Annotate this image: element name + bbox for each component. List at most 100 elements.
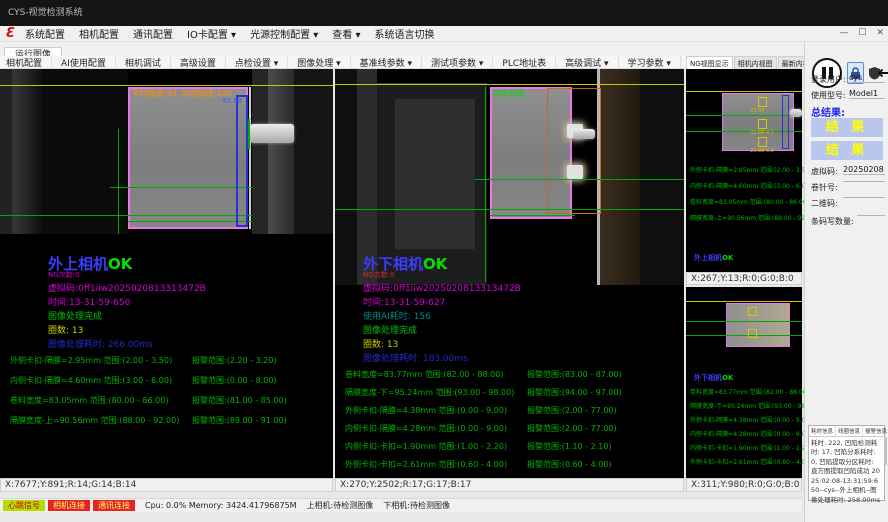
measurement-row: 外侧卡扣-卡扣=2.61mm 范围:(0.60 - 4.00) 报警范围:(0.… xyxy=(335,459,684,471)
tab-alarm-info[interactable]: 报警信息 xyxy=(863,426,888,436)
loop-count-line: 圈数: 13 xyxy=(48,323,83,336)
film-region xyxy=(128,87,248,229)
close-button[interactable]: ✕ xyxy=(876,28,884,38)
feature-box-yellow xyxy=(758,137,767,147)
cpu-memory-status: Cpu: 0.0% Memory: 3424.41796875M xyxy=(145,501,297,510)
menu-item-system-config[interactable]: 系统配置 xyxy=(25,26,65,41)
virtual-code-line: 虚拟码:0ff1iiw2025020813313472B xyxy=(48,281,206,294)
detect-roi-blue xyxy=(782,95,789,149)
result-box-upper: 结 果 xyxy=(811,118,883,137)
toolbar-plc-address[interactable]: PLC地址表 xyxy=(502,56,556,69)
result-ok-text: OK xyxy=(722,254,733,262)
stats-scrollbar[interactable] xyxy=(884,437,887,465)
log-line: 内侧卡扣-卡扣=1.90mm 范围:(1.00 - 2.20) xyxy=(690,443,812,452)
time-line: 时间:13-31-59-650 xyxy=(48,295,130,308)
roi-value-label: 93.88 xyxy=(222,97,242,105)
machine-band xyxy=(335,69,357,285)
measurement-value: 隔膜宽度-下=95.24mm 范围:(93.00 - 98.00) xyxy=(345,387,514,398)
thumb-result-title: 外上相机OK xyxy=(694,253,733,263)
measure-line-green xyxy=(0,215,252,216)
measurement-alarm: 报警范围:(83.00 - 87.00) xyxy=(527,369,622,380)
tab-connector xyxy=(790,109,802,117)
measure-line-green xyxy=(128,221,252,222)
user-value-field[interactable]: cys xyxy=(849,73,885,83)
stats-log-text: 耗时: 222, 凹陷检测耗时: 17, 凹陷分系耗时: 0, 凹陷提取分区耗时… xyxy=(809,437,884,507)
virtual-code-field[interactable]: 20250208 xyxy=(843,165,885,175)
needle-label: 卷针号: xyxy=(811,182,838,193)
log-line: 内侧卡扣-隔膜=4.60mm 范围:(3.00 - 6.00) xyxy=(690,181,812,190)
machine-band xyxy=(294,69,333,234)
reference-line-yellow xyxy=(335,84,684,85)
qr-label: 二维码: xyxy=(811,198,838,209)
toolbar-test-params[interactable]: 测试项参数 ▾ xyxy=(431,56,493,69)
toolbar-baseline-params[interactable]: 基准线参数 ▾ xyxy=(360,56,422,69)
model-label: 使用型号: xyxy=(811,90,846,101)
needle-field[interactable] xyxy=(843,181,885,182)
threshold-overlay-text: 平均阈值:93, 动态阈值:100 xyxy=(132,88,232,99)
toolbar-image-processing[interactable]: 图像处理 ▾ xyxy=(297,56,350,69)
write-count-field[interactable] xyxy=(857,215,885,216)
window-titlebar[interactable]: CYS-视觉检测系统 xyxy=(0,0,888,26)
measurement-alarm: 报警范围:(81.00 - 85.00) xyxy=(192,395,287,406)
tab-elapsed-info[interactable]: 耗时信息 xyxy=(809,426,836,436)
process-done-line: 图像处理完成 xyxy=(48,309,102,322)
tab-ng-view[interactable]: NG视图显示 xyxy=(686,56,733,69)
minimize-button[interactable]: — xyxy=(839,28,848,38)
measurement-alarm: 报警范围:(0.00 - 8.00) xyxy=(192,375,277,386)
lower-camera-status: 下相机:待检测图像 xyxy=(383,500,450,511)
lower-camera-view[interactable]: AI检测框 外下相机OK NG次数:0 虚拟码:0ff1iiw202502081… xyxy=(335,69,684,478)
measurement-alarm: 报警范围:(2.00 - 77.00) xyxy=(527,405,617,416)
measurement-value: 内侧卡扣-隔膜=4.60mm 范围:(3.00 - 6.00) xyxy=(10,375,172,386)
toolbar-camera-config[interactable]: 相机配置 xyxy=(6,56,52,69)
tab-connector xyxy=(250,124,294,143)
feature-box-yellow xyxy=(758,97,767,107)
ai-detect-label: AI检测框 xyxy=(493,88,525,99)
tab-coil-info[interactable]: 线圈信息 xyxy=(836,426,863,436)
menu-item-io-config[interactable]: IO卡配置 ▾ xyxy=(187,26,236,41)
ai-detect-roi-orange xyxy=(547,88,601,214)
menu-item-comm-config[interactable]: 通讯配置 xyxy=(133,26,173,41)
reference-line-yellow xyxy=(686,91,802,92)
machine-band xyxy=(268,69,294,234)
menu-item-light-config[interactable]: 光源控制配置 ▾ xyxy=(250,26,318,41)
menu-item-camera-config[interactable]: 相机配置 xyxy=(79,26,119,41)
maximize-button[interactable]: ☐ xyxy=(858,28,866,38)
measurement-row: 外侧卡扣-隔膜=2.95mm 范围:(2.00 - 3.50) 报警范围:(2.… xyxy=(0,355,333,367)
measurement-value: 卷料宽度=83.05mm 范围:(80.00 - 86.00) xyxy=(10,395,168,406)
measurement-alarm: 报警范围:(0.60 - 4.00) xyxy=(527,459,612,470)
measurement-value: 内侧卡扣-卡扣=1.90mm 范围:(1.00 - 2.20) xyxy=(345,441,507,452)
toolbar-ai-usage-config[interactable]: AI使用配置 xyxy=(61,56,116,69)
upper-camera-view[interactable]: 平均阈值:93, 动态阈值:100 93.88 外上相机OK NG次数:0 虚拟… xyxy=(0,69,333,478)
measure-line-green xyxy=(686,335,802,336)
page-tab-strip: 运行图像 xyxy=(0,42,804,56)
feature-box-yellow xyxy=(758,119,767,129)
tab-connector xyxy=(573,129,595,139)
toolbar-camera-debug[interactable]: 相机调试 xyxy=(125,56,171,69)
comm-link-badge: 通讯连接 xyxy=(93,500,135,511)
menu-item-language[interactable]: 系统语言切换 xyxy=(374,26,434,41)
toolbar-learning-params[interactable]: 学习参数 ▾ xyxy=(628,56,681,69)
menu-item-view[interactable]: 查看 ▾ xyxy=(332,26,360,41)
measurement-alarm: 报警范围:(89.00 - 91.00) xyxy=(192,415,287,426)
thumbnail-upper-view[interactable]: 23.88 23.88 4.1 23.88 6.0 外侧卡扣-隔膜=2.95mm… xyxy=(686,69,802,272)
measure-line-green xyxy=(490,215,575,216)
lower-camera-cursor-status: X:270;Y:2502;R:17;G:17;B:17 xyxy=(335,478,684,492)
result-ok-text: OK xyxy=(108,255,132,273)
model-value-field[interactable]: Model1 xyxy=(849,89,885,99)
ai-elapsed-line: 使用AI耗时: 156 xyxy=(363,309,431,322)
ng-count-text: NG次数:0 xyxy=(363,270,394,280)
tab-camera-inner-view[interactable]: 相机内视图 xyxy=(734,56,777,69)
measurement-alarm: 报警范围:(94.00 - 97.00) xyxy=(527,387,622,398)
toolbar-advanced-settings[interactable]: 高级设置 xyxy=(180,56,226,69)
upper-camera-image[interactable]: 平均阈值:93, 动态阈值:100 93.88 xyxy=(0,69,333,234)
measurement-value: 卷料宽度=83.77mm 范围:(82.00 - 88.00) xyxy=(345,369,503,380)
toolbar-spot-check[interactable]: 点检设置 ▾ xyxy=(235,56,288,69)
total-result-label: 总结果: xyxy=(811,104,845,119)
thumbnail-tab-strip: NG视图显示 相机内视图 最新内视图 xyxy=(686,56,802,69)
camera-link-badge: 相机连接 xyxy=(48,500,90,511)
toolbar: 相机配置 AI使用配置 相机调试 高级设置 点检设置 ▾ 图像处理 ▾ 基准线参… xyxy=(0,56,686,69)
toolbar-advanced-debug[interactable]: 高级调试 ▾ xyxy=(565,56,618,69)
thumbnail-lower-view[interactable]: 外下相机OK 卷料宽度=83.77mm 范围:(82.00 - 88.00) 隔… xyxy=(686,287,802,478)
loop-count-line: 圈数: 13 xyxy=(363,337,398,350)
qr-field[interactable] xyxy=(843,197,885,198)
